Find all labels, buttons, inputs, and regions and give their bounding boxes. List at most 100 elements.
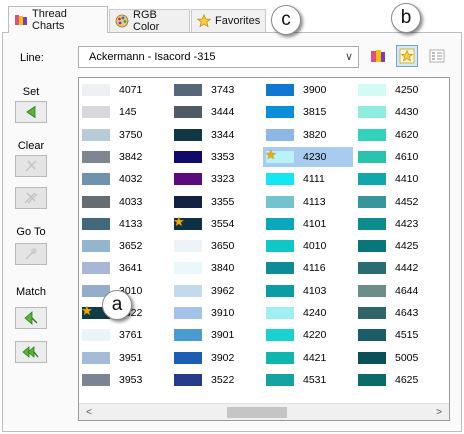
thread-color-grid[interactable]: < > 4071 145 3750 3842 4032 4033 4133 3652 3641 3… [78, 77, 450, 421]
thread-cell[interactable]: 4643 [355, 303, 445, 323]
horizontal-scrollbar[interactable]: < > [79, 403, 449, 420]
thread-code: 4425 [395, 240, 419, 253]
color-swatch [174, 307, 202, 319]
thread-cell[interactable]: 4610 [355, 147, 445, 167]
thread-cell[interactable]: 3815 [263, 102, 353, 122]
thread-cell[interactable]: 4410 [355, 169, 445, 189]
thread-cell[interactable]: 4430 [355, 102, 445, 122]
thread-cell[interactable]: 4452 [355, 192, 445, 212]
color-swatch [174, 240, 202, 253]
thread-code: 3901 [211, 329, 235, 342]
scroll-right-button[interactable]: > [431, 405, 447, 420]
thread-code: 4531 [303, 373, 327, 386]
tab-rgb-color[interactable]: RGB Color [109, 9, 190, 33]
thread-cell[interactable]: 4442 [355, 258, 445, 278]
line-dropdown-value: Ackermann - Isacord -315 [89, 51, 216, 63]
thread-cell[interactable]: ★ 4230 [263, 146, 353, 167]
scroll-left-button[interactable]: < [81, 405, 97, 420]
thread-cell[interactable]: 3951 [79, 348, 169, 368]
palette-icon [115, 14, 129, 28]
thread-cell[interactable]: 4625 [355, 370, 445, 390]
thread-cell[interactable]: 3902 [171, 348, 261, 368]
thread-code: 4133 [119, 217, 143, 230]
thread-cell[interactable]: 4116 [263, 258, 353, 278]
thread-cell[interactable]: 4423 [355, 214, 445, 234]
scroll-thumb[interactable] [227, 407, 287, 418]
color-swatch [266, 329, 294, 342]
thread-cell[interactable]: 3652 [79, 236, 169, 256]
thread-code: 4111 [303, 173, 325, 186]
thread-cell[interactable]: 4620 [355, 125, 445, 145]
thread-cell[interactable]: 3444 [171, 102, 261, 122]
thread-cell[interactable]: 4421 [263, 348, 353, 368]
line-dropdown[interactable]: Ackermann - Isacord -315 ∨ [78, 46, 359, 68]
thread-cell[interactable]: 3641 [79, 258, 169, 278]
thread-cell[interactable]: 4220 [263, 325, 353, 345]
match-button[interactable] [15, 307, 47, 329]
thread-code: 4430 [395, 106, 419, 119]
thread-cell[interactable]: 4071 [79, 80, 169, 100]
thread-cell[interactable]: 3323 [171, 169, 261, 189]
line-label: Line: [20, 52, 44, 64]
thread-code: 4032 [119, 173, 143, 186]
thread-code: 3815 [303, 106, 327, 119]
thread-cell[interactable]: 3743 [171, 80, 261, 100]
thread-cell[interactable]: 4033 [79, 192, 169, 212]
list-view-button[interactable] [426, 45, 448, 67]
thread-cell[interactable]: 4531 [263, 370, 353, 390]
color-swatch [358, 373, 386, 386]
thread-cell[interactable]: 4133 [79, 214, 169, 234]
thread-cell[interactable]: 4032 [79, 169, 169, 189]
goto-button[interactable] [15, 243, 47, 265]
thread-cell[interactable]: 3522 [171, 370, 261, 390]
thread-code: 4644 [395, 284, 419, 297]
thread-code: 3951 [119, 351, 143, 364]
thread-cell[interactable]: 3355 [171, 192, 261, 212]
thread-cell[interactable]: 3344 [171, 125, 261, 145]
thread-cell[interactable]: 3840 [171, 258, 261, 278]
clear-all-button[interactable] [15, 187, 47, 209]
favorite-button[interactable] [396, 45, 418, 67]
thread-cell[interactable]: 3953 [79, 370, 169, 390]
thread-cell[interactable]: 4250 [355, 80, 445, 100]
thread-code: 3522 [211, 373, 235, 386]
color-swatch [358, 195, 386, 208]
thread-cell[interactable]: 3353 [171, 147, 261, 167]
color-swatch [358, 173, 386, 186]
thread-chart-button[interactable] [367, 45, 389, 67]
thread-code: 3953 [119, 373, 143, 386]
thread-cell[interactable]: 3820 [263, 125, 353, 145]
scissors-icon [25, 160, 37, 172]
color-swatch [266, 173, 294, 186]
thread-cell[interactable]: 4644 [355, 281, 445, 301]
thread-cell[interactable]: 3750 [79, 125, 169, 145]
thread-cell[interactable]: 3761 [79, 325, 169, 345]
color-swatch [358, 284, 386, 297]
clear-label: Clear [17, 140, 45, 152]
match-all-button[interactable] [15, 341, 47, 363]
thread-cell[interactable]: 3650 [171, 236, 261, 256]
thread-cell[interactable]: 4113 [263, 192, 353, 212]
thread-cell[interactable]: 4515 [355, 325, 445, 345]
favorite-star-icon: ★ [173, 213, 185, 229]
thread-cell[interactable]: 3900 [263, 80, 353, 100]
thread-cell[interactable]: 4240 [263, 303, 353, 323]
thread-cell[interactable]: 3842 [79, 147, 169, 167]
color-swatch [266, 307, 294, 319]
tab-favorites[interactable]: Favorites [191, 9, 266, 32]
thread-cell[interactable]: 4103 [263, 281, 353, 301]
thread-cell[interactable]: 3962 [171, 281, 261, 301]
thread-cell[interactable]: 145 [79, 102, 169, 122]
scissors-double-icon [24, 192, 38, 204]
tab-thread-charts[interactable]: Thread Charts [8, 6, 108, 33]
thread-cell[interactable]: 4111 [263, 169, 353, 189]
thread-cell[interactable]: 3901 [171, 325, 261, 345]
clear-button[interactable] [15, 155, 47, 177]
thread-cell[interactable]: 4010 [263, 236, 353, 256]
set-button[interactable] [15, 101, 47, 123]
thread-cell[interactable]: ★ 3554 [171, 214, 261, 234]
thread-cell[interactable]: 3910 [171, 303, 261, 323]
thread-cell[interactable]: 5005 [355, 348, 445, 368]
thread-cell[interactable]: 4425 [355, 236, 445, 256]
thread-cell[interactable]: 4101 [263, 214, 353, 234]
